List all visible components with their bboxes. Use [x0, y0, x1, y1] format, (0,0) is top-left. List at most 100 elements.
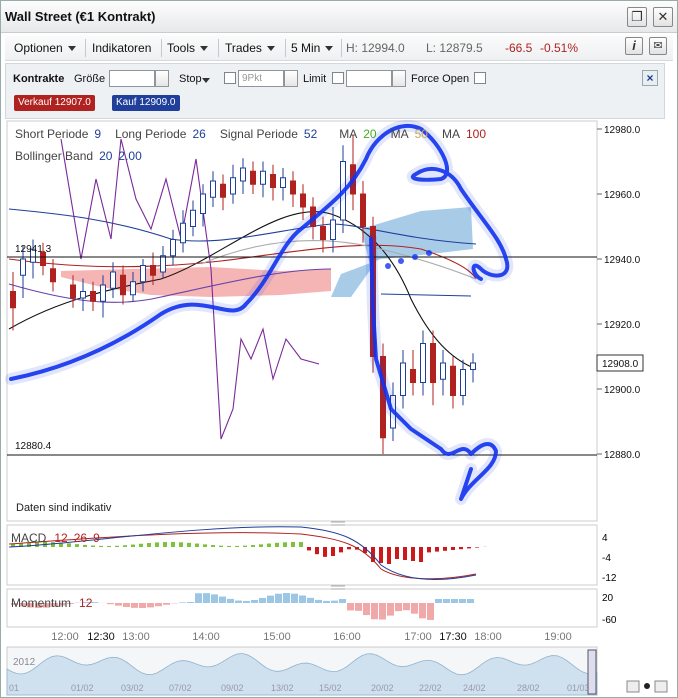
candle-body [230, 177, 236, 195]
momentum-bar [259, 597, 266, 603]
candle-body [300, 193, 306, 208]
navigator-date: 01/03 [567, 683, 590, 693]
macd-bar [387, 547, 391, 564]
nav-left-icon[interactable] [626, 680, 640, 693]
buy-button[interactable]: Kauf 12909.0 [112, 95, 180, 111]
sell-button[interactable]: Verkauf 12907.0 [14, 95, 95, 111]
navigator-handle[interactable] [587, 649, 597, 695]
momentum-bar [243, 600, 250, 603]
candle-body [50, 268, 56, 283]
info-icon[interactable]: i [625, 37, 643, 55]
macd-bar [291, 542, 295, 547]
macd-bar [179, 542, 183, 547]
momentum-panel: Momentum 12 20 -60 [6, 585, 617, 628]
macd-bar [219, 545, 223, 547]
macd-panel: MACD 12 26 9 4 -4 -12 [6, 521, 617, 586]
candle-body [440, 362, 446, 380]
momentum-bar [235, 600, 242, 603]
nav-dot-icon[interactable] [644, 683, 650, 689]
candle-body [140, 265, 146, 283]
disclaimer: Daten sind indikativ [16, 502, 112, 514]
stop-input[interactable]: 9Pkt [238, 70, 284, 87]
candle-body [330, 219, 336, 240]
nav-right-icon[interactable] [654, 680, 668, 693]
legend-short: Short Periode 9 Long Periode 26 Signal Perio… [15, 127, 486, 141]
chevron-down-icon [200, 46, 209, 52]
momentum-bar [155, 603, 162, 607]
menu-interval[interactable]: 5 Min [291, 41, 334, 55]
navigator[interactable]: 2012 01 01/02 03/02 07/02 09/02 13/02 15/02 20/… [6, 646, 668, 696]
macd-bar [163, 542, 167, 547]
candle-body [210, 180, 216, 198]
momentum-bar [451, 599, 458, 603]
high-value: H: 12994.0 [346, 41, 405, 55]
momentum-bar [427, 603, 434, 620]
low-value: L: 12879.5 [426, 41, 483, 55]
navigator-date: 22/02 [419, 683, 442, 693]
stop-checkbox[interactable] [224, 72, 236, 84]
navigator-date: 07/02 [169, 683, 192, 693]
candle-body [420, 343, 426, 383]
stop-placeholder: 9Pkt [242, 73, 263, 84]
stop-stepper[interactable] [284, 70, 298, 87]
macd-bar [459, 547, 463, 550]
time-tick: 16:00 [333, 631, 361, 643]
momentum-bar [227, 598, 234, 603]
menu-indikatoren[interactable]: Indikatoren [92, 41, 151, 55]
macd-bar [475, 547, 479, 548]
title-bar[interactable]: Wall Street (€1 Kontrakt) ❐ ✕ [1, 1, 677, 33]
macd-bar [403, 547, 407, 560]
stop-dropdown[interactable]: Stop [179, 73, 202, 85]
momentum-bar [115, 603, 122, 606]
candle-body [130, 281, 136, 296]
svg-text:MACD12269: MACD 12 26 9 [11, 531, 100, 545]
restore-icon[interactable]: ❐ [627, 7, 647, 27]
macd-bar [115, 545, 119, 547]
limit-input[interactable] [346, 70, 392, 87]
momentum-bar [315, 599, 322, 603]
svg-text:20: 20 [602, 593, 614, 604]
macd-bar [235, 545, 239, 547]
force-open-checkbox[interactable] [474, 72, 486, 84]
menu-trades[interactable]: Trades [225, 41, 275, 55]
force-open-label: Force Open [411, 73, 470, 85]
macd-bar [123, 545, 127, 547]
navigator-date: 13/02 [271, 683, 294, 693]
price-axis: 12980.0 12960.0 12940.0 12920.0 12900.0 12880… [597, 125, 641, 461]
menu-tools[interactable]: Tools [167, 41, 209, 55]
price-tick: 12920.0 [604, 320, 641, 331]
macd-bar [91, 545, 95, 547]
momentum-bar [195, 593, 202, 603]
size-input[interactable] [109, 70, 155, 87]
navigator-date: 09/02 [221, 683, 244, 693]
close-icon[interactable]: ✕ [653, 7, 673, 27]
limit-stepper[interactable] [392, 70, 406, 87]
momentum-bar [107, 603, 114, 605]
candle-body [20, 258, 26, 276]
candle-body [120, 274, 126, 296]
menu-optionen[interactable]: Optionen [14, 41, 76, 55]
price-tick: 12980.0 [604, 125, 641, 136]
navigator-date: 01/02 [71, 683, 94, 693]
candle-body [100, 284, 106, 302]
limit-checkbox[interactable] [332, 72, 344, 84]
navigator-date: 03/02 [121, 683, 144, 693]
svg-text:4: 4 [602, 533, 608, 544]
price-chart[interactable]: 12941.3 12880.4 Short Periode 9 Long Period… [1, 119, 677, 697]
toolbar: Optionen Indikatoren Tools Trades 5 Min … [5, 35, 673, 61]
candle-body [280, 177, 286, 188]
momentum-bar [163, 603, 170, 605]
chevron-down-icon[interactable] [202, 73, 210, 87]
candle-body [320, 226, 326, 240]
divider [285, 39, 286, 57]
close-panel-icon[interactable]: × [642, 70, 658, 86]
momentum-bar [435, 599, 442, 603]
momentum-bar [355, 603, 362, 611]
size-stepper[interactable] [155, 70, 169, 87]
momentum-bar [275, 593, 282, 603]
navigator-date: 20/02 [371, 683, 394, 693]
svg-text:-12: -12 [602, 573, 617, 584]
candle-body [110, 271, 116, 289]
mail-icon[interactable]: ✉ [649, 37, 667, 55]
macd-bar [203, 544, 207, 547]
